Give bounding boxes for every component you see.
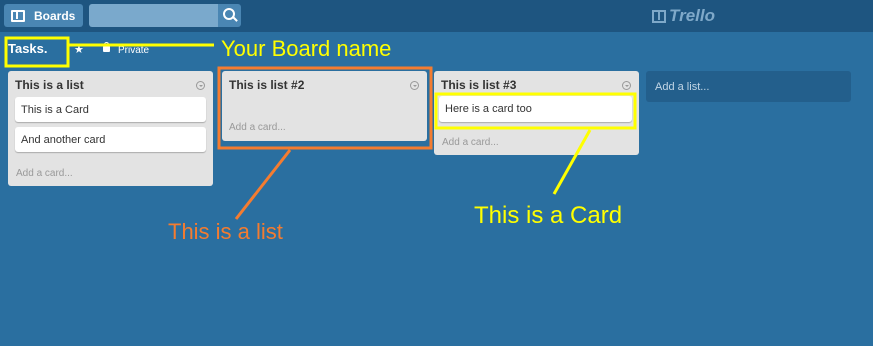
list-title[interactable]: This is list #2 xyxy=(229,78,304,92)
list: This is list #2 Add a card... xyxy=(222,71,427,141)
trello-logo-icon xyxy=(652,9,666,23)
trello-logo-text: Trello xyxy=(669,6,715,25)
card-annotation: This is a Card xyxy=(474,202,623,229)
list: This is list #3 Here is a card too Add a… xyxy=(434,71,639,155)
search-input[interactable] xyxy=(89,4,218,27)
star-icon[interactable]: ★ xyxy=(74,43,84,56)
lock-icon xyxy=(103,42,110,52)
card[interactable]: Here is a card too xyxy=(439,96,632,122)
list-title[interactable]: This is a list xyxy=(15,78,84,92)
boards-icon xyxy=(11,9,25,22)
card[interactable]: And another card xyxy=(15,127,206,152)
list-pointer xyxy=(234,149,292,220)
list-title[interactable]: This is list #3 xyxy=(441,78,516,92)
add-card-link[interactable]: Add a card... xyxy=(229,122,286,133)
list-menu-icon[interactable] xyxy=(410,81,419,90)
list-menu-icon[interactable] xyxy=(196,81,205,90)
top-bar: Boards Trello xyxy=(0,0,873,32)
add-list-button[interactable]: Add a list... xyxy=(646,71,851,102)
board-visibility[interactable]: Private xyxy=(118,45,149,56)
list-annotation: This is a list xyxy=(168,219,283,244)
card[interactable]: This is a Card xyxy=(15,97,206,122)
list: This is a list This is a Card And anothe… xyxy=(8,71,213,186)
list-menu-icon[interactable] xyxy=(622,81,631,90)
add-card-link[interactable]: Add a card... xyxy=(442,137,499,148)
board-name-annotation: Your Board name xyxy=(221,36,392,61)
add-card-link[interactable]: Add a card... xyxy=(16,168,73,179)
boards-button-label: Boards xyxy=(34,8,76,23)
board-title[interactable]: Tasks. xyxy=(8,41,48,56)
trello-logo[interactable]: Trello xyxy=(652,6,715,26)
boards-button[interactable]: Boards xyxy=(4,4,83,27)
search-icon[interactable] xyxy=(218,4,241,27)
